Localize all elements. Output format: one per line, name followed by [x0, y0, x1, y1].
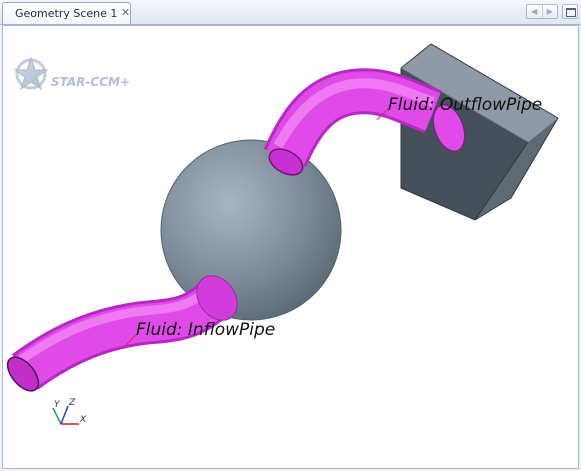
tab-navigation: ◀ ▶	[526, 4, 558, 19]
y-axis-label: Y	[54, 400, 61, 410]
x-axis-label: X	[79, 415, 87, 425]
logo-text: STAR-CCM+	[51, 75, 130, 89]
axis-triad[interactable]: X Y Z	[52, 398, 87, 425]
z-axis-label: Z	[68, 398, 76, 408]
tab-title: Geometry Scene 1	[15, 7, 118, 20]
star-logo-icon	[13, 56, 49, 91]
close-icon[interactable]: ✕	[120, 7, 131, 18]
maximize-button[interactable]	[562, 4, 578, 19]
z-axis-icon	[60, 405, 69, 425]
next-tab-button[interactable]: ▶	[541, 5, 558, 18]
tab-geometry-scene[interactable]: Geometry Scene 1 ✕	[2, 2, 131, 24]
y-axis-icon	[52, 407, 62, 425]
prev-tab-button[interactable]: ◀	[527, 5, 542, 18]
scene-viewport[interactable]: STAR-CCM+ Fluid: OutflowPipe Fluid: Infl…	[2, 25, 579, 469]
geometry-scene-window: Geometry Scene 1 ✕ ◀ ▶ STAR-CCM+ Fluid: …	[0, 0, 581, 471]
maximize-icon	[566, 8, 576, 17]
tab-bar: Geometry Scene 1 ✕ ◀ ▶	[0, 0, 581, 25]
star-ccm-logo: STAR-CCM+	[13, 56, 130, 91]
outflow-label-text: Fluid: OutflowPipe	[388, 95, 542, 115]
inflow-label-text: Fluid: InflowPipe	[136, 320, 275, 340]
scene-canvas: STAR-CCM+ Fluid: OutflowPipe Fluid: Infl…	[6, 43, 559, 425]
